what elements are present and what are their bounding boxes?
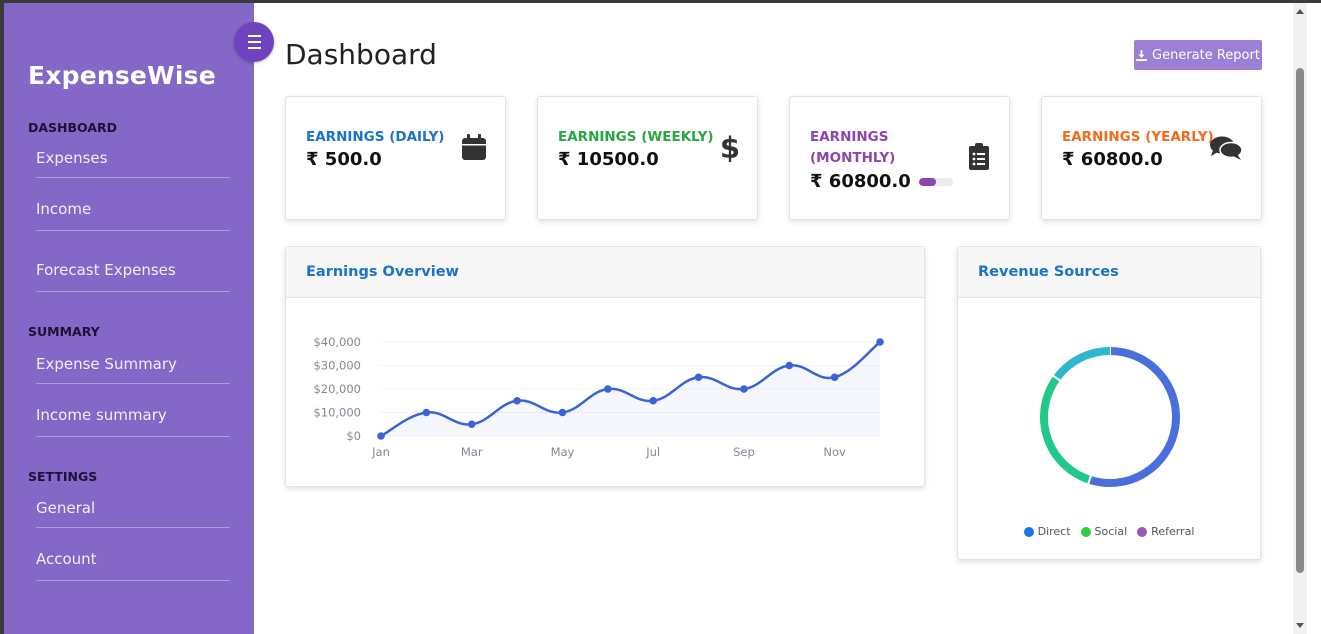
earnings-overview-title: Earnings Overview xyxy=(306,264,459,280)
data-point xyxy=(377,432,385,440)
sidebar-item-income[interactable]: Income xyxy=(36,200,230,218)
revenue-sources-title: Revenue Sources xyxy=(978,264,1119,280)
data-point xyxy=(649,396,657,405)
window-edge xyxy=(1307,3,1321,634)
sidebar-divider xyxy=(36,580,230,581)
y-tick-label: $40,000 xyxy=(313,335,361,349)
data-point xyxy=(785,361,794,370)
data-point xyxy=(513,396,521,405)
card-label: EARNINGS (WEEKLY) xyxy=(558,129,714,145)
card-label: EARNINGS (DAILY) xyxy=(306,129,445,145)
brand-logo[interactable]: ExpenseWise xyxy=(28,61,216,90)
x-tick-label: May xyxy=(551,445,575,459)
x-tick-label: Jul xyxy=(645,445,660,459)
data-point xyxy=(422,408,431,417)
sidebar-divider xyxy=(36,177,230,178)
y-tick-label: $30,000 xyxy=(313,359,361,373)
data-point xyxy=(876,338,884,346)
sidebar-section-summary: SUMMARY xyxy=(28,324,100,339)
svg-text:$: $ xyxy=(720,132,740,162)
card-value: ₹ 10500.0 xyxy=(558,149,659,170)
panel-header: Revenue Sources xyxy=(958,247,1260,298)
app-window: ExpenseWise DASHBOARD Expenses Income Fo… xyxy=(0,0,1321,634)
download-icon xyxy=(1136,49,1148,61)
hamburger-icon xyxy=(247,33,261,51)
sidebar-divider xyxy=(36,383,230,384)
sidebar-section-dashboard: DASHBOARD xyxy=(28,120,118,135)
sidebar-divider xyxy=(36,230,230,231)
donut-slice xyxy=(1088,347,1180,487)
data-point xyxy=(467,420,476,429)
generate-report-button[interactable]: Generate Report xyxy=(1134,40,1262,70)
card-earnings-yearly: EARNINGS (YEARLY) ₹ 60800.0 xyxy=(1041,96,1262,220)
page-title: Dashboard xyxy=(285,38,437,71)
legend-item[interactable]: Direct xyxy=(1023,525,1071,538)
data-point xyxy=(694,373,703,382)
card-label: EARNINGS (MONTHLY) xyxy=(810,127,895,169)
revenue-sources-panel: Revenue Sources Direct Social Referral xyxy=(957,246,1261,560)
page-scrollbar[interactable] xyxy=(1293,3,1307,634)
donut-slice xyxy=(1040,375,1091,484)
sidebar-item-forecast-expenses[interactable]: Forecast Expenses xyxy=(36,261,230,279)
card-earnings-monthly: EARNINGS (MONTHLY) ₹ 60800.0 xyxy=(789,96,1010,220)
earnings-overview-panel: Earnings Overview $0 $10,000 $20,000 $30,00… xyxy=(285,246,925,487)
sidebar-divider xyxy=(36,291,230,292)
data-point xyxy=(740,385,748,393)
revenue-donut-chart[interactable] xyxy=(958,299,1260,519)
generate-report-label: Generate Report xyxy=(1152,47,1260,63)
sidebar-item-account[interactable]: Account xyxy=(36,550,230,568)
sidebar-section-settings: SETTINGS xyxy=(28,469,98,484)
scroll-up-arrow-icon[interactable] xyxy=(1296,9,1304,14)
chart-legend: Direct Social Referral xyxy=(958,525,1260,538)
y-tick-label: $0 xyxy=(346,429,361,443)
data-point xyxy=(604,385,612,393)
clipboard-list-icon xyxy=(969,143,989,170)
donut-slice xyxy=(1053,347,1111,381)
comments-icon xyxy=(1210,136,1243,160)
legend-item[interactable]: Social xyxy=(1080,525,1128,538)
card-earnings-weekly: EARNINGS (WEEKLY) ₹ 10500.0 $ xyxy=(537,96,758,220)
sidebar-toggle-button[interactable] xyxy=(234,22,274,62)
y-tick-label: $20,000 xyxy=(313,382,361,396)
card-label-line: (MONTHLY) xyxy=(810,150,896,166)
sidebar-divider xyxy=(36,436,230,437)
sidebar-item-general[interactable]: General xyxy=(36,499,230,517)
card-value: ₹ 60800.0 xyxy=(1062,149,1163,170)
panel-header: Earnings Overview xyxy=(286,247,924,298)
x-tick-label: Sep xyxy=(733,445,755,459)
legend-label: Referral xyxy=(1151,525,1195,538)
legend-label: Social xyxy=(1094,525,1128,538)
y-tick-label: $10,000 xyxy=(313,406,361,420)
sidebar-item-expenses[interactable]: Expenses xyxy=(36,149,230,167)
legend-dot xyxy=(1137,526,1148,537)
card-label-line: EARNINGS xyxy=(810,129,889,145)
card-value: ₹ 500.0 xyxy=(306,149,382,170)
card-label: EARNINGS (YEARLY) xyxy=(1062,129,1214,145)
sidebar: ExpenseWise DASHBOARD Expenses Income Fo… xyxy=(4,3,254,634)
legend-item[interactable]: Referral xyxy=(1137,525,1194,538)
sidebar-item-income-summary[interactable]: Income summary xyxy=(36,406,230,424)
x-tick-label: Jan xyxy=(371,445,390,459)
monthly-progress-bar xyxy=(919,178,953,186)
card-earnings-daily: EARNINGS (DAILY) ₹ 500.0 xyxy=(285,96,506,220)
legend-dot xyxy=(1080,526,1091,537)
dollar-icon: $ xyxy=(720,132,740,162)
earnings-line-chart[interactable]: $0 $10,000 $20,000 $30,000 $40,000 Jan Mar May J… xyxy=(286,299,924,487)
card-value: ₹ 60800.0 xyxy=(810,171,911,192)
x-tick-label: Nov xyxy=(823,445,846,459)
legend-dot xyxy=(1023,526,1034,537)
scroll-thumb[interactable] xyxy=(1296,68,1304,573)
scroll-down-arrow-icon[interactable] xyxy=(1296,623,1304,628)
legend-label: Direct xyxy=(1037,525,1071,538)
x-tick-label: Mar xyxy=(461,445,483,459)
data-point xyxy=(830,373,839,382)
sidebar-item-expense-summary[interactable]: Expense Summary xyxy=(36,355,230,373)
sidebar-divider xyxy=(36,527,230,528)
progress-fill xyxy=(919,178,936,186)
data-point xyxy=(558,408,567,417)
calendar-icon xyxy=(462,134,486,160)
